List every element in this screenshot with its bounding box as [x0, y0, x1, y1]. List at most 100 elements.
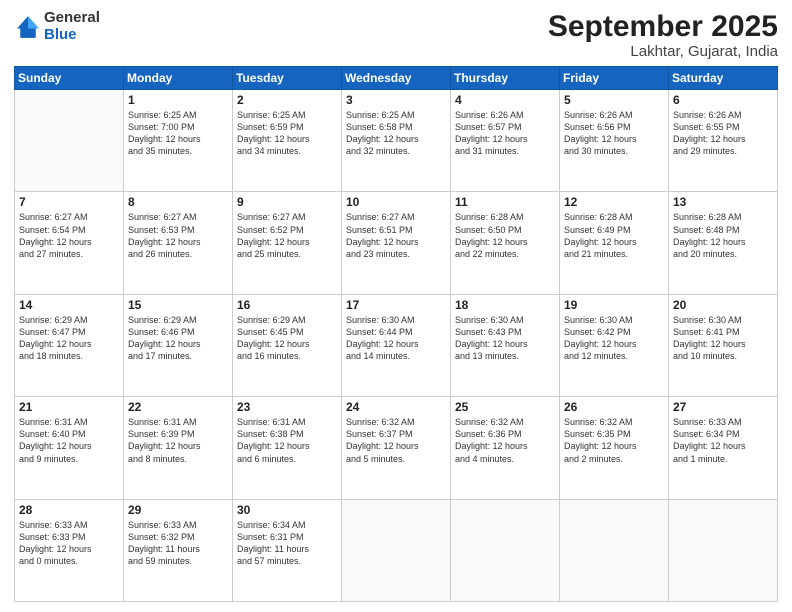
logo-general: General [44, 9, 100, 26]
cell-info: Sunrise: 6:31 AM Sunset: 6:39 PM Dayligh… [128, 416, 228, 465]
calendar-header-tuesday: Tuesday [233, 67, 342, 90]
calendar-week-row: 7Sunrise: 6:27 AM Sunset: 6:54 PM Daylig… [15, 192, 778, 294]
cell-info: Sunrise: 6:32 AM Sunset: 6:35 PM Dayligh… [564, 416, 664, 465]
day-number: 19 [564, 298, 664, 312]
calendar-cell: 21Sunrise: 6:31 AM Sunset: 6:40 PM Dayli… [15, 397, 124, 499]
cell-info: Sunrise: 6:32 AM Sunset: 6:37 PM Dayligh… [346, 416, 446, 465]
calendar-cell: 26 Sunrise: 6:32 AM Sunset: 6:35 PM Dayli… [560, 397, 669, 499]
calendar-week-row: 21Sunrise: 6:31 AM Sunset: 6:40 PM Dayli… [15, 397, 778, 499]
calendar-cell: 2 Sunrise: 6:25 AM Sunset: 6:59 PM Daylig… [233, 90, 342, 192]
calendar-cell: 29 Sunrise: 6:33 AM Sunset: 6:32 PM Dayli… [124, 499, 233, 601]
cell-info: Sunrise: 6:30 AM Sunset: 6:43 PM Dayligh… [455, 314, 555, 363]
calendar-cell: 9 Sunrise: 6:27 AM Sunset: 6:52 PM Daylig… [233, 192, 342, 294]
logo-text: General Blue [44, 10, 100, 43]
cell-info: Sunrise: 6:33 AM Sunset: 6:33 PM Dayligh… [19, 519, 119, 568]
month-title: September 2025 [548, 10, 778, 43]
day-number: 30 [237, 503, 337, 517]
day-number: 22 [128, 400, 228, 414]
cell-info: Sunrise: 6:32 AM Sunset: 6:36 PM Dayligh… [455, 416, 555, 465]
calendar-cell: 20Sunrise: 6:30 AM Sunset: 6:41 PM Dayli… [669, 294, 778, 396]
cell-info: Sunrise: 6:25 AM Sunset: 7:00 PM Dayligh… [128, 109, 228, 158]
title-block: September 2025 Lakhtar, Gujarat, India [548, 10, 778, 60]
cell-info: Sunrise: 6:29 AM Sunset: 6:47 PM Dayligh… [19, 314, 119, 363]
cell-info: Sunrise: 6:26 AM Sunset: 6:57 PM Dayligh… [455, 109, 555, 158]
day-number: 26 [564, 400, 664, 414]
calendar-cell [669, 499, 778, 601]
day-number: 7 [19, 195, 119, 209]
day-number: 25 [455, 400, 555, 414]
cell-info: Sunrise: 6:28 AM Sunset: 6:49 PM Dayligh… [564, 211, 664, 260]
cell-info: Sunrise: 6:29 AM Sunset: 6:45 PM Dayligh… [237, 314, 337, 363]
cell-info: Sunrise: 6:31 AM Sunset: 6:38 PM Dayligh… [237, 416, 337, 465]
day-number: 15 [128, 298, 228, 312]
cell-info: Sunrise: 6:33 AM Sunset: 6:32 PM Dayligh… [128, 519, 228, 568]
day-number: 3 [346, 93, 446, 107]
calendar-week-row: 1 Sunrise: 6:25 AM Sunset: 7:00 PM Daylig… [15, 90, 778, 192]
cell-info: Sunrise: 6:34 AM Sunset: 6:31 PM Dayligh… [237, 519, 337, 568]
calendar-week-row: 28 Sunrise: 6:33 AM Sunset: 6:33 PM Dayli… [15, 499, 778, 601]
calendar-cell: 25 Sunrise: 6:32 AM Sunset: 6:36 PM Dayli… [451, 397, 560, 499]
day-number: 24 [346, 400, 446, 414]
day-number: 9 [237, 195, 337, 209]
cell-info: Sunrise: 6:31 AM Sunset: 6:40 PM Dayligh… [19, 416, 119, 465]
calendar-cell: 4 Sunrise: 6:26 AM Sunset: 6:57 PM Daylig… [451, 90, 560, 192]
day-number: 12 [564, 195, 664, 209]
cell-info: Sunrise: 6:25 AM Sunset: 6:59 PM Dayligh… [237, 109, 337, 158]
calendar-cell: 10 Sunrise: 6:27 AM Sunset: 6:51 PM Dayli… [342, 192, 451, 294]
day-number: 16 [237, 298, 337, 312]
calendar-header-friday: Friday [560, 67, 669, 90]
calendar-cell: 18Sunrise: 6:30 AM Sunset: 6:43 PM Dayli… [451, 294, 560, 396]
day-number: 10 [346, 195, 446, 209]
logo-blue: Blue [44, 26, 77, 43]
calendar-header-wednesday: Wednesday [342, 67, 451, 90]
calendar-cell: 8 Sunrise: 6:27 AM Sunset: 6:53 PM Daylig… [124, 192, 233, 294]
day-number: 28 [19, 503, 119, 517]
day-number: 8 [128, 195, 228, 209]
calendar-cell: 1 Sunrise: 6:25 AM Sunset: 7:00 PM Daylig… [124, 90, 233, 192]
calendar-cell: 15 Sunrise: 6:29 AM Sunset: 6:46 PM Dayli… [124, 294, 233, 396]
cell-info: Sunrise: 6:30 AM Sunset: 6:42 PM Dayligh… [564, 314, 664, 363]
calendar-cell: 19 Sunrise: 6:30 AM Sunset: 6:42 PM Dayli… [560, 294, 669, 396]
cell-info: Sunrise: 6:28 AM Sunset: 6:48 PM Dayligh… [673, 211, 773, 260]
calendar-week-row: 14 Sunrise: 6:29 AM Sunset: 6:47 PM Dayli… [15, 294, 778, 396]
calendar-header-thursday: Thursday [451, 67, 560, 90]
calendar-cell [15, 90, 124, 192]
cell-info: Sunrise: 6:27 AM Sunset: 6:53 PM Dayligh… [128, 211, 228, 260]
cell-info: Sunrise: 6:27 AM Sunset: 6:51 PM Dayligh… [346, 211, 446, 260]
header: General Blue September 2025 Lakhtar, Guj… [14, 10, 778, 60]
calendar-cell: 12 Sunrise: 6:28 AM Sunset: 6:49 PM Dayli… [560, 192, 669, 294]
calendar-cell: 28 Sunrise: 6:33 AM Sunset: 6:33 PM Dayli… [15, 499, 124, 601]
calendar-cell: 5Sunrise: 6:26 AM Sunset: 6:56 PM Daylig… [560, 90, 669, 192]
calendar-header-row: SundayMondayTuesdayWednesdayThursdayFrid… [15, 67, 778, 90]
day-number: 1 [128, 93, 228, 107]
cell-info: Sunrise: 6:26 AM Sunset: 6:56 PM Dayligh… [564, 109, 664, 158]
location-title: Lakhtar, Gujarat, India [548, 43, 778, 60]
calendar-cell: 22 Sunrise: 6:31 AM Sunset: 6:39 PM Dayli… [124, 397, 233, 499]
logo: General Blue [14, 10, 100, 43]
calendar-cell: 23Sunrise: 6:31 AM Sunset: 6:38 PM Dayli… [233, 397, 342, 499]
day-number: 4 [455, 93, 555, 107]
logo-icon [14, 13, 42, 41]
page: General Blue September 2025 Lakhtar, Guj… [0, 0, 792, 612]
cell-info: Sunrise: 6:28 AM Sunset: 6:50 PM Dayligh… [455, 211, 555, 260]
day-number: 14 [19, 298, 119, 312]
calendar-header-saturday: Saturday [669, 67, 778, 90]
day-number: 13 [673, 195, 773, 209]
calendar-table: SundayMondayTuesdayWednesdayThursdayFrid… [14, 66, 778, 602]
calendar-cell: 11 Sunrise: 6:28 AM Sunset: 6:50 PM Dayli… [451, 192, 560, 294]
day-number: 29 [128, 503, 228, 517]
calendar-cell: 24 Sunrise: 6:32 AM Sunset: 6:37 PM Dayli… [342, 397, 451, 499]
cell-info: Sunrise: 6:26 AM Sunset: 6:55 PM Dayligh… [673, 109, 773, 158]
cell-info: Sunrise: 6:29 AM Sunset: 6:46 PM Dayligh… [128, 314, 228, 363]
day-number: 2 [237, 93, 337, 107]
calendar-cell [560, 499, 669, 601]
calendar-cell: 30 Sunrise: 6:34 AM Sunset: 6:31 PM Dayli… [233, 499, 342, 601]
day-number: 11 [455, 195, 555, 209]
calendar-cell: 3Sunrise: 6:25 AM Sunset: 6:58 PM Daylig… [342, 90, 451, 192]
calendar-header-monday: Monday [124, 67, 233, 90]
calendar-cell: 14 Sunrise: 6:29 AM Sunset: 6:47 PM Dayli… [15, 294, 124, 396]
cell-info: Sunrise: 6:27 AM Sunset: 6:52 PM Dayligh… [237, 211, 337, 260]
day-number: 27 [673, 400, 773, 414]
calendar-cell [451, 499, 560, 601]
day-number: 20 [673, 298, 773, 312]
